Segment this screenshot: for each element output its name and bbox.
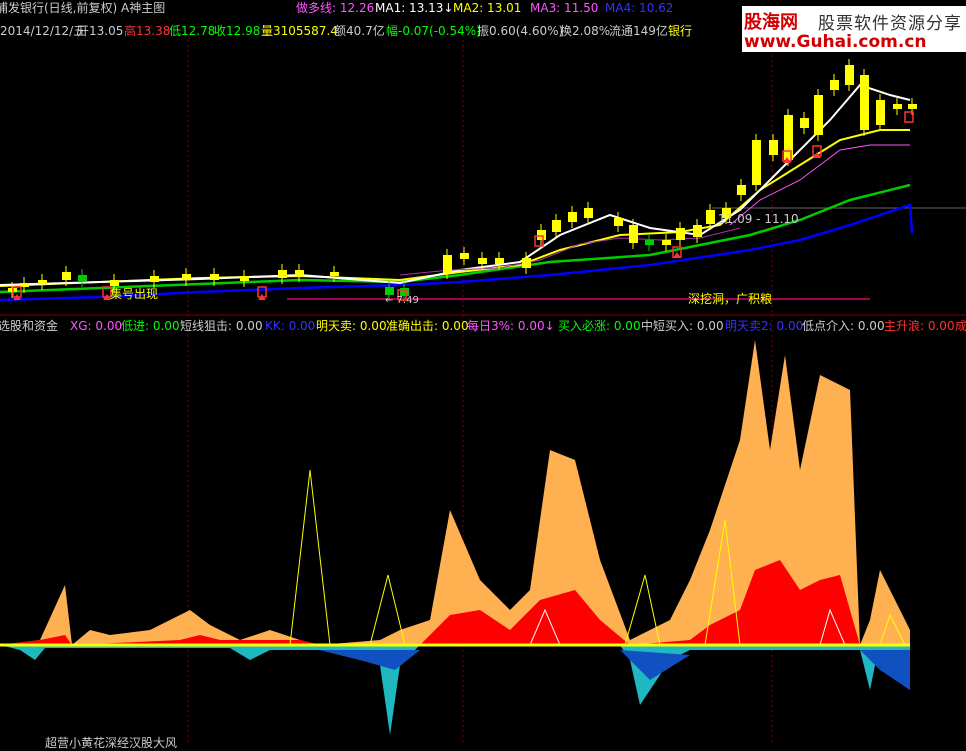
ind-mingtianmai2: 明天卖2: 0.00: [725, 319, 804, 333]
candle-body: [240, 276, 249, 281]
indicator-name: 选股和资金: [0, 319, 59, 333]
candle-body: [584, 208, 593, 218]
watermark-slogan: 股票软件资源分享: [818, 14, 962, 34]
candle-body: [908, 104, 917, 109]
candle-body: [614, 218, 623, 226]
ma-label-duoduo: 做多线: 12.26: [296, 1, 375, 15]
candle-body: [150, 276, 159, 282]
candle-body: [893, 104, 902, 109]
candle-body: [278, 270, 287, 278]
quote-sector: 银行: [668, 24, 693, 38]
ind-kk: KK: 0.00: [265, 319, 316, 333]
candle-body: [295, 270, 304, 276]
candle-body: [706, 210, 715, 224]
candle-body: [522, 258, 531, 268]
low-price-label: ← 7.49: [385, 295, 419, 306]
candle-body: [752, 140, 761, 185]
chart-title: 浦发银行(日线,前复权) A神主图: [0, 1, 166, 15]
candle-body: [645, 240, 654, 245]
ind-zhunque: 准确出击: 0.00: [386, 319, 469, 333]
candle-body: [537, 230, 546, 240]
candle-body: [568, 212, 577, 222]
candle-body: [845, 65, 854, 85]
ind-duanxian: 短线狙击: 0.00: [180, 319, 263, 333]
ind-cheng: 成: [955, 319, 966, 333]
ind-mairu: 买入必涨: 0.00: [558, 319, 641, 333]
ind-mingtianmai: 明天卖: 0.00: [316, 319, 387, 333]
ind-didian: 低点介入: 0.00: [802, 319, 885, 333]
watermark-url: www.Guhai.com.cn: [744, 32, 927, 52]
candle-body: [210, 274, 219, 280]
candle-body: [385, 287, 394, 295]
ma-label-ma4: MA4: 10.62: [605, 1, 674, 15]
candle-body: [38, 280, 47, 284]
signal-label: 集号出现: [110, 287, 159, 301]
candle-body: [737, 185, 746, 195]
candle-body: [460, 253, 469, 259]
candle-body: [478, 258, 487, 264]
candle-body: [693, 225, 702, 237]
candle-body: [662, 240, 671, 245]
ind-dijin: 低进: 0.00: [121, 319, 180, 333]
quote-float-cap: 流通149亿: [609, 24, 668, 38]
quote-low: 低12.78: [169, 24, 216, 38]
candle-body: [876, 100, 885, 125]
ind-meiri: 每日3%: 0.00↓: [467, 319, 555, 333]
candle-body: [830, 80, 839, 90]
candle-body: [800, 118, 809, 128]
candle-body: [330, 272, 339, 276]
candle-body: [676, 228, 685, 240]
date-range-label: 11.09 - 11.10: [718, 212, 799, 226]
ma1-line: [0, 83, 911, 286]
quote-open: 开13.05: [77, 24, 124, 38]
candle-body: [629, 225, 638, 243]
quote-amount: 额40.7亿: [334, 24, 385, 38]
capital-area-blue-2: [620, 650, 690, 680]
quote-close: 收12.98: [214, 24, 261, 38]
ind-zhusheng: 主升浪: 0.00: [884, 319, 955, 333]
candle-body: [182, 274, 191, 280]
ma-label-ma1: MA1: 13.13↓: [375, 1, 454, 15]
quote-date: 2014/12/12/五: [0, 24, 86, 38]
ind-xg: XG: 0.00: [70, 319, 123, 333]
candle-body: [495, 258, 504, 264]
quote-turnover: 换2.08%: [560, 24, 611, 38]
ma-label-ma3: MA3: 11.50: [530, 1, 599, 15]
quote-volume: 量3105587.4: [261, 24, 338, 38]
price-chart: [0, 40, 966, 743]
quote-high: 高13.38: [124, 24, 171, 38]
candle-body: [62, 272, 71, 280]
quote-change: 幅-0.07(-0.54%): [386, 24, 481, 38]
capital-area-blue-1: [320, 650, 420, 670]
ma3-line: [0, 183, 911, 294]
watermark-brand: 股海网: [744, 12, 798, 33]
deep-dig-label: 深挖洞，广积粮: [688, 292, 773, 306]
ind-zhongduan: 中短买入: 0.00: [641, 319, 724, 333]
candle-body: [443, 255, 452, 273]
ma-label-ma2: MA2: 13.01: [453, 1, 522, 15]
watermark-logo: 股海网 股票软件资源分享 www.Guhai.com.cn: [742, 6, 966, 52]
candle-body: [860, 75, 869, 130]
capital-area-cyan: [0, 645, 910, 735]
candle-body: [814, 95, 823, 135]
up-arrow-icon: [673, 252, 681, 258]
quote-amplitude: 振0.60(4.60%): [477, 24, 564, 38]
candle-body: [552, 220, 561, 232]
candle-body: [769, 140, 778, 155]
candle-body: [78, 275, 87, 281]
